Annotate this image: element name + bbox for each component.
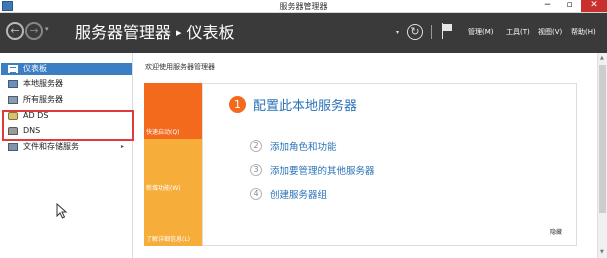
annotation-highlight-box <box>2 110 134 141</box>
menu-help[interactable]: 帮助(H) <box>571 27 596 37</box>
welcome-title: 欢迎使用服务器管理器 <box>145 63 215 71</box>
all-servers-icon <box>8 96 18 104</box>
tile-whats-new[interactable]: 新增功能(W) <box>144 139 202 195</box>
dashboard-icon <box>8 65 18 73</box>
sidebar: 仪表板 本地服务器 所有服务器 AD DS DNS 文件和存储服务 ▸ <box>0 53 133 258</box>
step-number-badge: 2 <box>250 140 262 152</box>
step-link[interactable]: 添加角色和功能 <box>270 139 337 153</box>
scrollbar-thumb[interactable] <box>599 65 606 213</box>
expand-arrow-icon[interactable]: ▸ <box>121 141 124 153</box>
sidebar-item-dashboard[interactable]: 仪表板 <box>1 63 132 75</box>
scroll-down-icon[interactable]: ▼ <box>600 249 604 255</box>
step-link[interactable]: 创建服务器组 <box>270 187 327 201</box>
quick-start-panel: 1 配置此本地服务器 2 添加角色和功能 3 添加要管理的其他服务器 4 创建服… <box>202 83 577 246</box>
hide-link[interactable]: 隐藏 <box>550 227 562 236</box>
breadcrumb-root[interactable]: 服务器管理器 <box>75 23 171 42</box>
step-number-badge: 3 <box>250 164 262 176</box>
breadcrumb: 服务器管理器 ▸ 仪表板 <box>75 21 235 45</box>
header-bar: ← → ▾ 服务器管理器 ▸ 仪表板 ▾ ↻ 管理(M) 工具(T) 视图(V) 帮… <box>0 13 607 53</box>
step-number-badge: 1 <box>229 96 246 113</box>
minimize-button[interactable]: − <box>537 0 558 12</box>
menu-manage[interactable]: 管理(M) <box>468 27 494 37</box>
back-arrow-icon[interactable]: ← <box>6 22 24 40</box>
notifications-flag-icon[interactable] <box>441 23 453 39</box>
close-button[interactable]: ✕ <box>581 0 607 12</box>
tile-quick-start[interactable]: 快速启动(Q) <box>144 83 202 139</box>
step-link[interactable]: 配置此本地服务器 <box>253 95 357 114</box>
tile-whats-new-label: 新增功能(W) <box>146 185 181 192</box>
step-link[interactable]: 添加要管理的其他服务器 <box>270 163 375 177</box>
sidebar-item-label: 文件和存储服务 <box>23 142 79 151</box>
maximize-button[interactable]: ▫ <box>559 0 580 12</box>
sidebar-item-local-server[interactable]: 本地服务器 <box>1 78 132 90</box>
tile-learn-more[interactable]: 了解详细信息(L) <box>144 195 202 246</box>
nav-history-dropdown-icon[interactable]: ▾ <box>45 25 49 33</box>
tile-quick-start-label: 快速启动(Q) <box>146 129 180 136</box>
sidebar-item-label: 仪表板 <box>23 64 47 73</box>
sidebar-item-all-servers[interactable]: 所有服务器 <box>1 94 132 106</box>
scroll-up-icon[interactable]: ▲ <box>600 55 604 61</box>
vertical-scrollbar[interactable]: ▲ ▼ <box>597 53 607 258</box>
mouse-pointer-icon <box>56 203 68 219</box>
sidebar-item-label: 本地服务器 <box>23 79 63 88</box>
header-divider <box>431 25 432 39</box>
window-title-bar: 服务器管理器 − ▫ ✕ <box>0 0 607 13</box>
forward-arrow-icon[interactable]: → <box>25 22 43 40</box>
step-number-badge: 4 <box>250 188 262 200</box>
sidebar-item-file-storage[interactable]: 文件和存储服务 ▸ <box>1 141 132 153</box>
refresh-icon[interactable]: ↻ <box>407 24 423 40</box>
main-content: 欢迎使用服务器管理器 快速启动(Q) 新增功能(W) 了解详细信息(L) 1 配… <box>134 53 597 258</box>
sidebar-item-label: 所有服务器 <box>23 95 63 104</box>
tile-learn-more-label: 了解详细信息(L) <box>146 236 191 243</box>
menu-tools[interactable]: 工具(T) <box>506 27 530 37</box>
breadcrumb-separator-icon: ▸ <box>176 26 182 39</box>
breadcrumb-current: 仪表板 <box>186 23 235 42</box>
file-storage-icon <box>8 143 18 151</box>
menu-view[interactable]: 视图(V) <box>538 27 562 37</box>
window-title: 服务器管理器 <box>279 2 328 11</box>
refresh-dropdown-icon[interactable]: ▾ <box>396 29 399 36</box>
local-server-icon <box>8 80 18 88</box>
